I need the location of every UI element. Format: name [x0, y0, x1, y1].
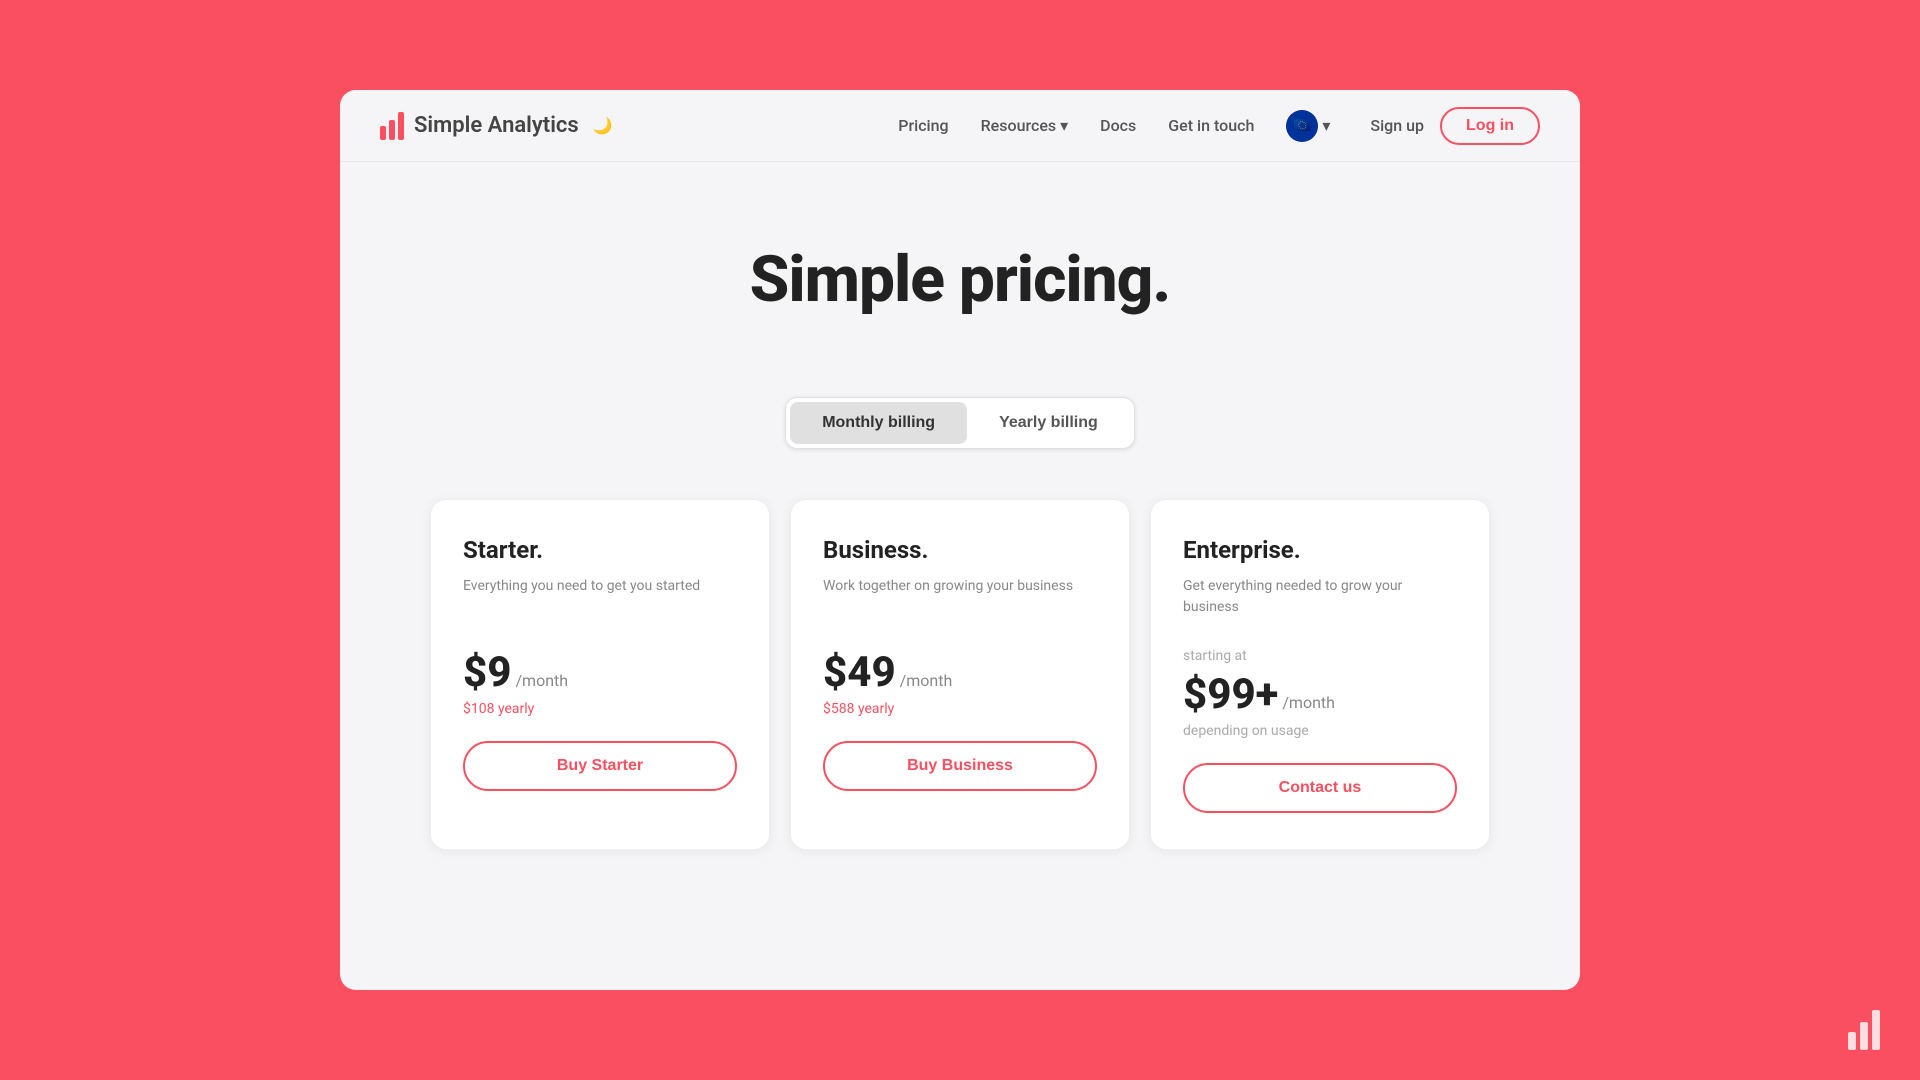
- yearly-billing-button[interactable]: Yearly billing: [967, 402, 1130, 444]
- business-price: $49: [823, 648, 896, 697]
- hero-title: Simple pricing.: [380, 242, 1540, 317]
- navbar: Simple Analytics 🌙 Pricing Resources ▾ D…: [340, 90, 1580, 162]
- logo-bar-3: [398, 112, 404, 140]
- enterprise-card: Enterprise. Get everything needed to gro…: [1150, 499, 1490, 850]
- business-description: Work together on growing your business: [823, 576, 1097, 620]
- enterprise-price-row: $99+ /month: [1183, 670, 1457, 719]
- chevron-down-icon-2: ▾: [1322, 116, 1330, 135]
- logo-text: Simple Analytics: [414, 113, 579, 138]
- login-button[interactable]: Log in: [1440, 107, 1540, 145]
- starter-period: /month: [515, 671, 568, 690]
- deco-bar-3: [1872, 1010, 1880, 1050]
- starter-title: Starter.: [463, 536, 737, 564]
- moon-icon: 🌙: [593, 116, 613, 135]
- enterprise-depending: depending on usage: [1183, 723, 1457, 739]
- business-title: Business.: [823, 536, 1097, 564]
- nav-docs[interactable]: Docs: [1100, 116, 1136, 135]
- billing-toggle: Monthly billing Yearly billing: [340, 397, 1580, 449]
- nav-resources[interactable]: Resources ▾: [981, 116, 1069, 135]
- starter-price-row: $9 /month: [463, 648, 737, 697]
- nav-eu-flag[interactable]: 🇪🇺 ▾: [1286, 110, 1330, 142]
- starter-description: Everything you need to get you started: [463, 576, 737, 620]
- business-card: Business. Work together on growing your …: [790, 499, 1130, 850]
- bottom-bar-decoration: [1848, 1010, 1880, 1050]
- chevron-down-icon: ▾: [1060, 116, 1068, 135]
- enterprise-description: Get everything needed to grow your busin…: [1183, 576, 1457, 620]
- business-price-row: $49 /month: [823, 648, 1097, 697]
- eu-flag-icon: 🇪🇺: [1286, 110, 1318, 142]
- business-period: /month: [900, 671, 953, 690]
- deco-bar-1: [1848, 1032, 1856, 1050]
- monthly-billing-button[interactable]: Monthly billing: [790, 402, 967, 444]
- nav-get-in-touch[interactable]: Get in touch: [1168, 116, 1254, 135]
- buy-starter-button[interactable]: Buy Starter: [463, 741, 737, 791]
- starter-yearly: $108 yearly: [463, 701, 737, 717]
- nav-links: Pricing Resources ▾ Docs Get in touch 🇪🇺…: [898, 110, 1330, 142]
- enterprise-period: /month: [1282, 693, 1335, 712]
- hero-section: Simple pricing.: [340, 162, 1580, 357]
- deco-bar-2: [1860, 1022, 1868, 1050]
- enterprise-title: Enterprise.: [1183, 536, 1457, 564]
- nav-auth: Sign up Log in: [1370, 107, 1540, 145]
- logo-bar-2: [389, 120, 395, 140]
- toggle-container: Monthly billing Yearly billing: [785, 397, 1135, 449]
- pricing-cards: Starter. Everything you need to get you …: [340, 499, 1580, 910]
- nav-pricing[interactable]: Pricing: [898, 116, 948, 135]
- buy-business-button[interactable]: Buy Business: [823, 741, 1097, 791]
- logo[interactable]: Simple Analytics 🌙: [380, 112, 613, 140]
- main-container: Simple Analytics 🌙 Pricing Resources ▾ D…: [340, 90, 1580, 990]
- starter-price: $9: [463, 648, 511, 697]
- enterprise-price: $99+: [1183, 670, 1278, 719]
- signup-link[interactable]: Sign up: [1370, 116, 1424, 135]
- enterprise-starting-at: starting at: [1183, 648, 1457, 664]
- business-yearly: $588 yearly: [823, 701, 1097, 717]
- logo-icon: [380, 112, 404, 140]
- logo-bar-1: [380, 126, 386, 140]
- contact-us-button[interactable]: Contact us: [1183, 763, 1457, 813]
- starter-card: Starter. Everything you need to get you …: [430, 499, 770, 850]
